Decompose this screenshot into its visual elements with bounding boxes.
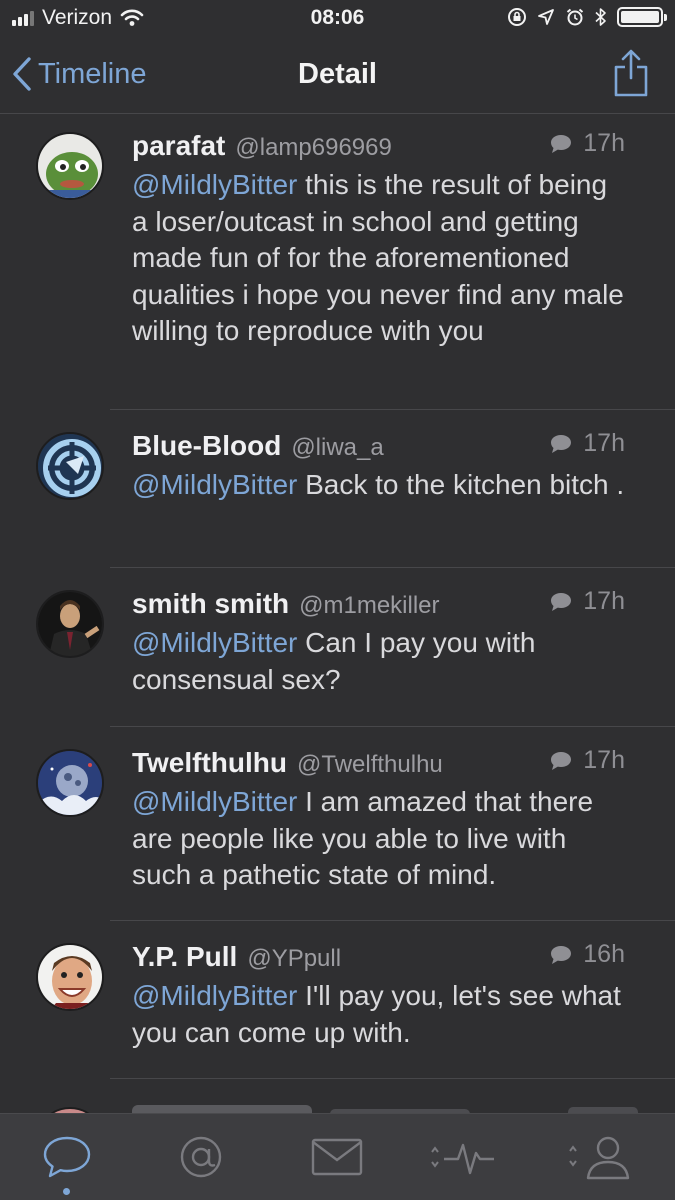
- orientation-lock-icon: [508, 8, 526, 26]
- tweet-author-name[interactable]: smith smith: [132, 588, 289, 620]
- navigation-bar: Timeline Detail: [0, 38, 675, 114]
- tweet-author-handle: @m1mekiller: [299, 591, 440, 619]
- mention-link[interactable]: @MildlyBitter: [132, 980, 297, 1011]
- mention-link[interactable]: @MildlyBitter: [132, 786, 297, 817]
- tweet-author-handle: @YPpull: [247, 944, 342, 972]
- tab-bar: [0, 1113, 675, 1200]
- active-tab-indicator: [63, 1188, 70, 1195]
- location-icon: [538, 9, 554, 25]
- share-icon: [614, 49, 648, 97]
- reply-bubble-icon: [551, 945, 572, 964]
- tweet-time: 17h: [583, 429, 625, 457]
- alarm-icon: [566, 8, 584, 26]
- tweet-row[interactable]: parafat @lamp696969 17h @MildlyBitter th…: [0, 115, 675, 410]
- tweet-time: 17h: [583, 587, 625, 615]
- tab-timeline[interactable]: [32, 1132, 102, 1182]
- activity-icon: [431, 1143, 494, 1175]
- tweet-time: 16h: [583, 940, 625, 968]
- replies-feed[interactable]: parafat @lamp696969 17h @MildlyBitter th…: [0, 115, 675, 1113]
- mention-link[interactable]: @MildlyBitter: [132, 469, 297, 500]
- tweet-author-name[interactable]: Blue-Blood: [132, 430, 281, 462]
- tweet-row[interactable]: Twelfthulhu @Twelfthulhu 17h @MildlyBitt…: [0, 727, 675, 921]
- bluetooth-icon: [595, 8, 606, 26]
- share-button[interactable]: [613, 48, 649, 103]
- tweet-row-partial[interactable]: [0, 1079, 675, 1113]
- status-bar: Verizon 08:06: [0, 0, 675, 38]
- avatar[interactable]: [36, 432, 104, 500]
- tweet-author-handle: @liwa_a: [291, 433, 384, 461]
- tab-mentions[interactable]: [166, 1132, 236, 1182]
- battery-icon: [617, 7, 667, 27]
- tweet-text: @MildlyBitter Can I pay you with consens…: [132, 625, 625, 728]
- page-title: Detail: [298, 58, 377, 90]
- envelope-icon: [311, 1138, 363, 1176]
- reply-bubble-icon: [551, 134, 572, 153]
- at-sign-icon: [180, 1136, 222, 1178]
- reply-bubble-icon: [551, 434, 572, 453]
- tweet-author-name[interactable]: Y.P. Pull: [132, 941, 237, 973]
- detail-screen: Verizon 08:06 Timeline Detail parafat @l…: [0, 0, 675, 1200]
- tweet-text: @MildlyBitter this is the result of bein…: [132, 167, 625, 380]
- tweet-author-handle: @Twelfthulhu: [297, 750, 443, 778]
- tweet-row[interactable]: smith smith @m1mekiller 17h @MildlyBitte…: [0, 568, 675, 727]
- mention-link[interactable]: @MildlyBitter: [132, 169, 297, 200]
- tweet-text: @MildlyBitter I am amazed that there are…: [132, 784, 625, 924]
- reply-bubble-icon: [551, 592, 572, 611]
- reply-bubble-icon: [551, 751, 572, 770]
- tweet-author-name[interactable]: parafat: [132, 130, 225, 162]
- speech-bubble-icon: [43, 1136, 91, 1178]
- avatar[interactable]: [36, 749, 104, 817]
- tweet-time: 17h: [583, 129, 625, 157]
- tab-profile[interactable]: [566, 1132, 636, 1182]
- tweet-row[interactable]: Y.P. Pull @YPpull 16h @MildlyBitter I'll…: [0, 921, 675, 1079]
- tweet-body: Back to the kitchen bitch .: [297, 469, 625, 500]
- tweet-time: 17h: [583, 746, 625, 774]
- mention-link[interactable]: @MildlyBitter: [132, 627, 297, 658]
- tab-messages[interactable]: [302, 1132, 372, 1182]
- avatar[interactable]: [36, 590, 104, 658]
- tweet-text: @MildlyBitter Back to the kitchen bitch …: [132, 467, 625, 534]
- tweet-row[interactable]: Blue-Blood @liwa_a 17h @MildlyBitter Bac…: [0, 410, 675, 568]
- profile-icon: [569, 1136, 630, 1180]
- avatar[interactable]: [36, 943, 104, 1011]
- tweet-author-handle: @lamp696969: [235, 133, 392, 161]
- tweet-author-name[interactable]: Twelfthulhu: [132, 747, 287, 779]
- avatar[interactable]: [36, 132, 104, 200]
- tab-activity[interactable]: [428, 1132, 498, 1182]
- tweet-text: @MildlyBitter I'll pay you, let's see wh…: [132, 978, 625, 1081]
